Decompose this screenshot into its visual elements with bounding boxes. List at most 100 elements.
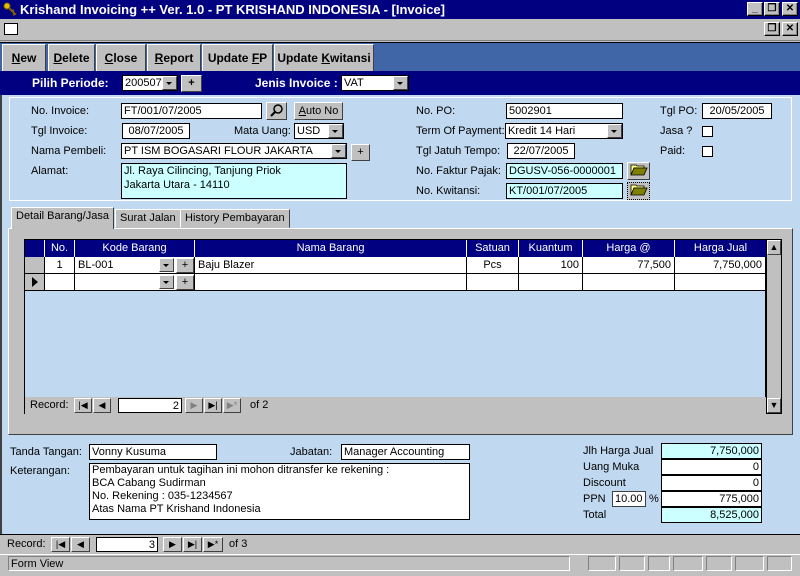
col-header-no: No.: [45, 240, 75, 257]
cell-harga[interactable]: 77,500: [583, 257, 675, 274]
subform-record-nav: Record: |◀ ◀ 2 ▶ ▶| ▶* of 2: [25, 397, 766, 414]
discount-field[interactable]: 0: [661, 475, 762, 491]
open-kwitansi-button[interactable]: [627, 182, 650, 200]
jasa-checkbox[interactable]: [702, 126, 713, 137]
delete-button[interactable]: Delete: [48, 44, 95, 72]
uang-muka-field[interactable]: 0: [661, 459, 762, 475]
period-dropdown-button[interactable]: [162, 76, 177, 90]
uang-muka-label: Uang Muka: [583, 461, 640, 473]
close-button[interactable]: Close: [96, 44, 146, 72]
record-number-field[interactable]: 3: [96, 537, 158, 552]
status-indicator: [588, 556, 616, 571]
tgl-invoice-field[interactable]: 08/07/2005: [122, 123, 190, 139]
add-pembeli-button[interactable]: +: [351, 144, 370, 161]
cell-satuan[interactable]: Pcs: [467, 257, 519, 274]
cell-kuantum[interactable]: 100: [519, 257, 583, 274]
cell-satuan[interactable]: [467, 274, 519, 291]
jatuh-tempo-field[interactable]: 22/07/2005: [507, 143, 575, 159]
status-indicator: [619, 556, 645, 571]
child-close-button[interactable]: ✕: [782, 22, 798, 36]
cell-no: 1: [45, 257, 75, 274]
record-number-field[interactable]: 2: [118, 398, 182, 413]
add-kode-button[interactable]: +: [176, 258, 194, 273]
child-restore-button[interactable]: ❐: [764, 22, 780, 36]
last-record-button[interactable]: ▶|: [204, 398, 222, 413]
tanda-tangan-label: Tanda Tangan:: [10, 446, 82, 458]
no-invoice-field[interactable]: FT/001/07/2005: [121, 103, 262, 119]
tanda-tangan-field[interactable]: Vonny Kusuma: [89, 444, 217, 460]
tgl-invoice-label: Tgl Invoice:: [31, 125, 88, 137]
cell-harga-jual: 7,750,000: [675, 257, 766, 274]
toolbar: New Delete Close Report Update FP Update…: [0, 42, 800, 72]
add-kode-button[interactable]: +: [176, 275, 194, 290]
form-icon[interactable]: [4, 23, 18, 35]
next-record-button[interactable]: ▶: [185, 398, 203, 413]
search-icon: [270, 104, 283, 117]
ppn-field: 775,000: [661, 491, 762, 507]
tab-history-pembayaran[interactable]: History Pembayaran: [180, 209, 290, 228]
tab-detail-barang[interactable]: Detail Barang/Jasa: [11, 207, 114, 229]
tab-surat-jalan[interactable]: Surat Jalan: [115, 209, 181, 228]
prev-record-button[interactable]: ◀: [93, 398, 111, 413]
cell-kuantum[interactable]: [519, 274, 583, 291]
ppn-rate-field[interactable]: 10.00: [612, 491, 646, 507]
kwitansi-label: No. Kwitansi:: [416, 185, 481, 197]
update-kwitansi-button[interactable]: Update Kwitansi: [274, 44, 374, 72]
new-record-button[interactable]: ▶*: [203, 537, 223, 552]
tgl-po-field[interactable]: 20/05/2005: [702, 103, 772, 119]
paid-label: Paid:: [660, 145, 686, 157]
key-icon: [3, 2, 17, 16]
auto-no-button[interactable]: Auto No: [294, 102, 343, 120]
prev-record-button[interactable]: ◀: [71, 537, 90, 552]
first-record-button[interactable]: |◀: [74, 398, 92, 413]
status-text-box: Form View: [8, 556, 570, 571]
kwitansi-field[interactable]: KT/001/07/2005: [506, 183, 623, 199]
alamat-field[interactable]: Jl. Raya Cilincing, Tanjung Priok Jakart…: [121, 163, 347, 199]
open-faktur-button[interactable]: [627, 162, 650, 180]
faktur-field[interactable]: DGUSV-056-0000001: [506, 163, 623, 179]
report-button[interactable]: Report: [147, 44, 201, 72]
ppn-percent-sign: %: [649, 493, 659, 505]
scroll-up-button[interactable]: ▲: [767, 240, 781, 255]
keterangan-field[interactable]: Pembayaran untuk tagihan ini mohon ditra…: [89, 463, 470, 520]
status-indicator: [735, 556, 764, 571]
add-period-button[interactable]: +: [181, 75, 202, 92]
restore-button[interactable]: ❐: [764, 2, 780, 16]
kode-dropdown-button[interactable]: [159, 258, 174, 272]
grid-scrollbar[interactable]: ▲ ▼: [766, 239, 782, 414]
term-dropdown-button[interactable]: [607, 124, 622, 138]
term-select[interactable]: Kredit 14 Hari: [505, 123, 623, 139]
nama-pembeli-select[interactable]: PT ISM BOGASARI FLOUR JAKARTA: [121, 143, 347, 159]
close-window-button[interactable]: ✕: [782, 2, 798, 16]
row-selector-current[interactable]: [25, 274, 45, 291]
mata-uang-dropdown-button[interactable]: [328, 124, 343, 138]
status-indicator: [648, 556, 670, 571]
status-text: Form View: [11, 558, 64, 570]
search-invoice-button[interactable]: [266, 102, 287, 120]
last-record-button[interactable]: ▶|: [183, 537, 202, 552]
term-label: Term Of Payment:: [416, 125, 505, 137]
kode-dropdown-button[interactable]: [159, 275, 174, 289]
current-row-arrow-icon: [32, 277, 38, 287]
next-record-button[interactable]: ▶: [163, 537, 182, 552]
cell-harga[interactable]: [583, 274, 675, 291]
no-po-field[interactable]: 5002901: [506, 103, 623, 119]
nama-pembeli-dropdown-button[interactable]: [331, 144, 346, 158]
invoice-type-dropdown-button[interactable]: [393, 76, 408, 90]
scroll-down-button[interactable]: ▼: [767, 398, 781, 413]
row-selector[interactable]: [25, 257, 45, 274]
faktur-label: No. Faktur Pajak:: [416, 165, 501, 177]
nama-pembeli-label: Nama Pembeli:: [31, 145, 107, 157]
record-label: Record:: [7, 538, 46, 550]
cell-nama[interactable]: [195, 274, 467, 291]
invoice-type-label: Jenis Invoice :: [255, 76, 338, 90]
first-record-button[interactable]: |◀: [51, 537, 70, 552]
new-button[interactable]: New: [2, 44, 46, 72]
update-fp-button[interactable]: Update FP: [202, 44, 273, 72]
jabatan-field[interactable]: Manager Accounting: [341, 444, 470, 460]
col-header-nama: Nama Barang: [195, 240, 467, 257]
minimize-button[interactable]: _: [747, 2, 763, 16]
new-record-button[interactable]: ▶*: [223, 398, 241, 413]
paid-checkbox[interactable]: [702, 146, 713, 157]
cell-nama[interactable]: Baju Blazer: [195, 257, 467, 274]
